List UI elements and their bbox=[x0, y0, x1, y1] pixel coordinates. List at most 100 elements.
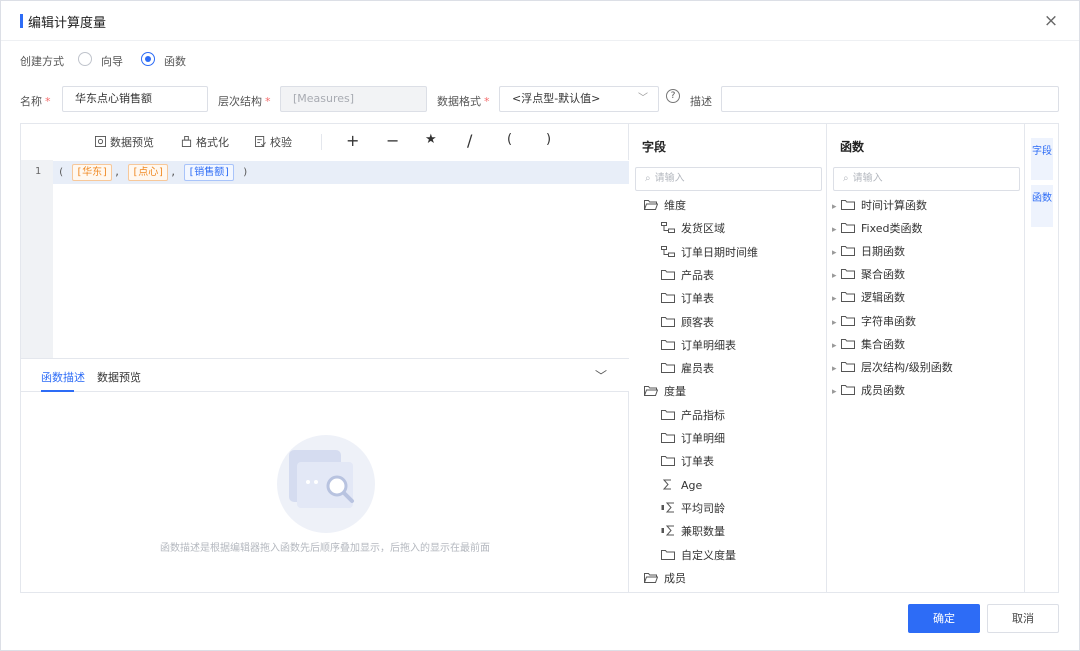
field-tree-label: 成员 bbox=[664, 571, 686, 585]
radio-wizard-label[interactable]: 向导 bbox=[101, 53, 123, 69]
function-category-item[interactable]: ▸ 聚合函数 bbox=[832, 263, 905, 286]
format-select[interactable]: <浮点型-默认值> ﹀ bbox=[499, 86, 659, 112]
side-tab-fields[interactable]: 字段 bbox=[1031, 138, 1053, 180]
function-category-item[interactable]: ▸ 字符串函数 bbox=[832, 310, 916, 333]
radio-wizard[interactable] bbox=[78, 52, 92, 66]
close-paren-button[interactable]: ) bbox=[546, 132, 551, 147]
field-tree-item[interactable]: 订单日期时间维 bbox=[661, 241, 758, 264]
dialog-header: 编辑计算度量 × bbox=[1, 1, 1079, 41]
side-tab-functions[interactable]: 函数 bbox=[1031, 185, 1053, 227]
hierarchy-label-text: 层次结构 bbox=[218, 95, 262, 108]
functions-search-input[interactable]: ⌕ 请输入 bbox=[833, 167, 1020, 191]
bottom-panel-tabs: 函数描述 数据预览 ﹀ bbox=[21, 358, 629, 392]
help-icon[interactable]: ? bbox=[666, 89, 680, 103]
caret-right-icon[interactable]: ▸ bbox=[832, 312, 841, 335]
function-category-label: 集合函数 bbox=[861, 337, 905, 351]
function-category-item[interactable]: ▸ 成员函数 bbox=[832, 379, 905, 402]
formula-workspace: 数据预览 格式化 校验 + − ★ / ( ) 1 ([华东] , [点心] … bbox=[20, 123, 1059, 593]
name-input[interactable]: 华东点心销售额 bbox=[62, 86, 208, 112]
caret-right-icon[interactable]: ▸ bbox=[832, 219, 841, 242]
field-tree-item[interactable]: 维度 bbox=[643, 194, 686, 217]
field-tree-item[interactable]: 订单明细 bbox=[661, 427, 725, 450]
side-tab-strip: 字段 函数 bbox=[1026, 124, 1058, 592]
caret-right-icon[interactable]: ▸ bbox=[832, 381, 841, 404]
radio-function[interactable] bbox=[141, 52, 155, 66]
divide-operator-button[interactable]: / bbox=[467, 131, 472, 150]
field-tree-item[interactable]: 订单明细表 bbox=[661, 334, 736, 357]
field-tree-item[interactable]: 产品表 bbox=[661, 264, 714, 287]
caret-right-icon[interactable]: ▸ bbox=[832, 358, 841, 381]
validate-button[interactable]: 校验 bbox=[255, 134, 292, 150]
caret-right-icon[interactable]: ▸ bbox=[832, 265, 841, 288]
caret-right-icon[interactable]: ▸ bbox=[832, 288, 841, 311]
function-category-item[interactable]: ▸ 集合函数 bbox=[832, 333, 905, 356]
fields-tree: 维度 发货区域 订单日期时间维 产品表 订单表 顾客表 订单明细表 雇员表 度量 产品指标 订单明细… bbox=[630, 194, 827, 592]
field-tree-item[interactable]: 自定义度量 bbox=[661, 544, 736, 567]
side-tab-fields-label: 字段 bbox=[1032, 146, 1052, 157]
member-token-east-china[interactable]: [华东] bbox=[72, 164, 113, 181]
data-preview-button[interactable]: 数据预览 bbox=[95, 134, 154, 150]
required-mark: * bbox=[484, 95, 490, 108]
field-tree-item[interactable]: 成员 bbox=[643, 567, 686, 590]
data-preview-label: 数据预览 bbox=[110, 136, 154, 149]
format-button[interactable]: 格式化 bbox=[181, 134, 229, 150]
caret-right-icon[interactable]: ▸ bbox=[832, 242, 841, 265]
fields-search-input[interactable]: ⌕ 请输入 bbox=[635, 167, 822, 191]
field-tree-item[interactable]: 订单表 bbox=[661, 450, 714, 473]
field-tree-item[interactable]: 雇员表 bbox=[661, 357, 714, 380]
hierarchy-icon bbox=[661, 218, 675, 234]
sigma-icon bbox=[661, 475, 675, 490]
open-paren-button[interactable]: ( bbox=[507, 132, 512, 147]
chevron-down-icon[interactable]: ﹀ bbox=[595, 367, 607, 384]
description-input[interactable] bbox=[721, 86, 1059, 112]
cancel-button[interactable]: 取消 bbox=[987, 604, 1059, 633]
function-category-label: 逻辑函数 bbox=[861, 291, 905, 305]
ok-button[interactable]: 确定 bbox=[908, 604, 980, 633]
function-category-label: Fixed类函数 bbox=[861, 222, 923, 236]
editor-toolbar: 数据预览 格式化 校验 + − ★ / ( ) bbox=[21, 124, 629, 160]
field-tree-item[interactable]: 平均司龄 bbox=[661, 497, 725, 520]
name-label-text: 名称 bbox=[20, 95, 42, 108]
field-tree-item[interactable]: 兼职数量 bbox=[661, 520, 725, 543]
field-tree-item[interactable]: Age bbox=[661, 474, 702, 497]
toolbar-divider bbox=[321, 134, 322, 150]
chevron-down-icon: ﹀ bbox=[638, 93, 648, 104]
hierarchy-label: 层次结构 * bbox=[218, 93, 271, 109]
field-tree-item[interactable]: 产品指标 bbox=[661, 404, 725, 427]
function-category-item[interactable]: ▸ 时间计算函数 bbox=[832, 194, 927, 217]
radio-function-label[interactable]: 函数 bbox=[164, 53, 186, 69]
caret-right-icon[interactable]: ▸ bbox=[832, 196, 841, 219]
validate-icon bbox=[255, 136, 266, 147]
field-tree-item[interactable]: 度量 bbox=[643, 380, 686, 403]
tab-data-preview[interactable]: 数据预览 bbox=[97, 369, 141, 385]
field-tree-item[interactable]: 顾客表 bbox=[661, 311, 714, 334]
folder-icon bbox=[661, 288, 675, 304]
multiply-operator-button[interactable]: ★ bbox=[425, 132, 437, 147]
close-icon[interactable]: × bbox=[1041, 11, 1061, 31]
plus-operator-button[interactable]: + bbox=[346, 131, 359, 150]
function-description-panel: 函数描述是根据编辑器拖入函数先后顺序叠加显示，后拖入的显示在最前面 bbox=[21, 392, 629, 592]
minus-operator-button[interactable]: − bbox=[386, 131, 399, 150]
format-label-text: 数据格式 bbox=[437, 95, 481, 108]
function-category-item[interactable]: ▸ Fixed类函数 bbox=[832, 217, 923, 240]
comma: , bbox=[170, 167, 177, 178]
measure-token-sales[interactable]: [销售额] bbox=[184, 164, 235, 181]
hierarchy-icon bbox=[661, 242, 675, 257]
field-tree-label: 订单表 bbox=[681, 292, 714, 306]
function-category-item[interactable]: ▸ 日期函数 bbox=[832, 240, 905, 263]
formula-editor[interactable]: 1 ( [华东], [点心], [销售额] ) bbox=[21, 160, 629, 358]
functions-search-placeholder: 请输入 bbox=[852, 173, 883, 184]
field-tree-label: 雇员表 bbox=[681, 362, 714, 376]
fields-title: 字段 bbox=[642, 140, 667, 154]
member-token-snack[interactable]: [点心] bbox=[128, 164, 169, 181]
tab-function-description[interactable]: 函数描述 bbox=[41, 369, 85, 385]
caret-right-icon[interactable]: ▸ bbox=[832, 335, 841, 358]
function-category-item[interactable]: ▸ 层次结构/级别函数 bbox=[832, 356, 953, 379]
field-tree-item[interactable]: 订单表 bbox=[661, 287, 714, 310]
functions-panel: 函数 ⌕ 请输入 ▸ 时间计算函数 ▸ Fixed类函数 ▸ 日期函数 ▸ 聚合函数 ▸ 逻辑函数 ▸… bbox=[828, 124, 1025, 592]
field-tree-label: 度量 bbox=[664, 385, 686, 399]
folder-icon bbox=[841, 311, 855, 326]
function-category-item[interactable]: ▸ 逻辑函数 bbox=[832, 286, 905, 309]
field-tree-label: 订单明细 bbox=[681, 432, 725, 445]
field-tree-item[interactable]: 发货区域 bbox=[661, 217, 725, 240]
